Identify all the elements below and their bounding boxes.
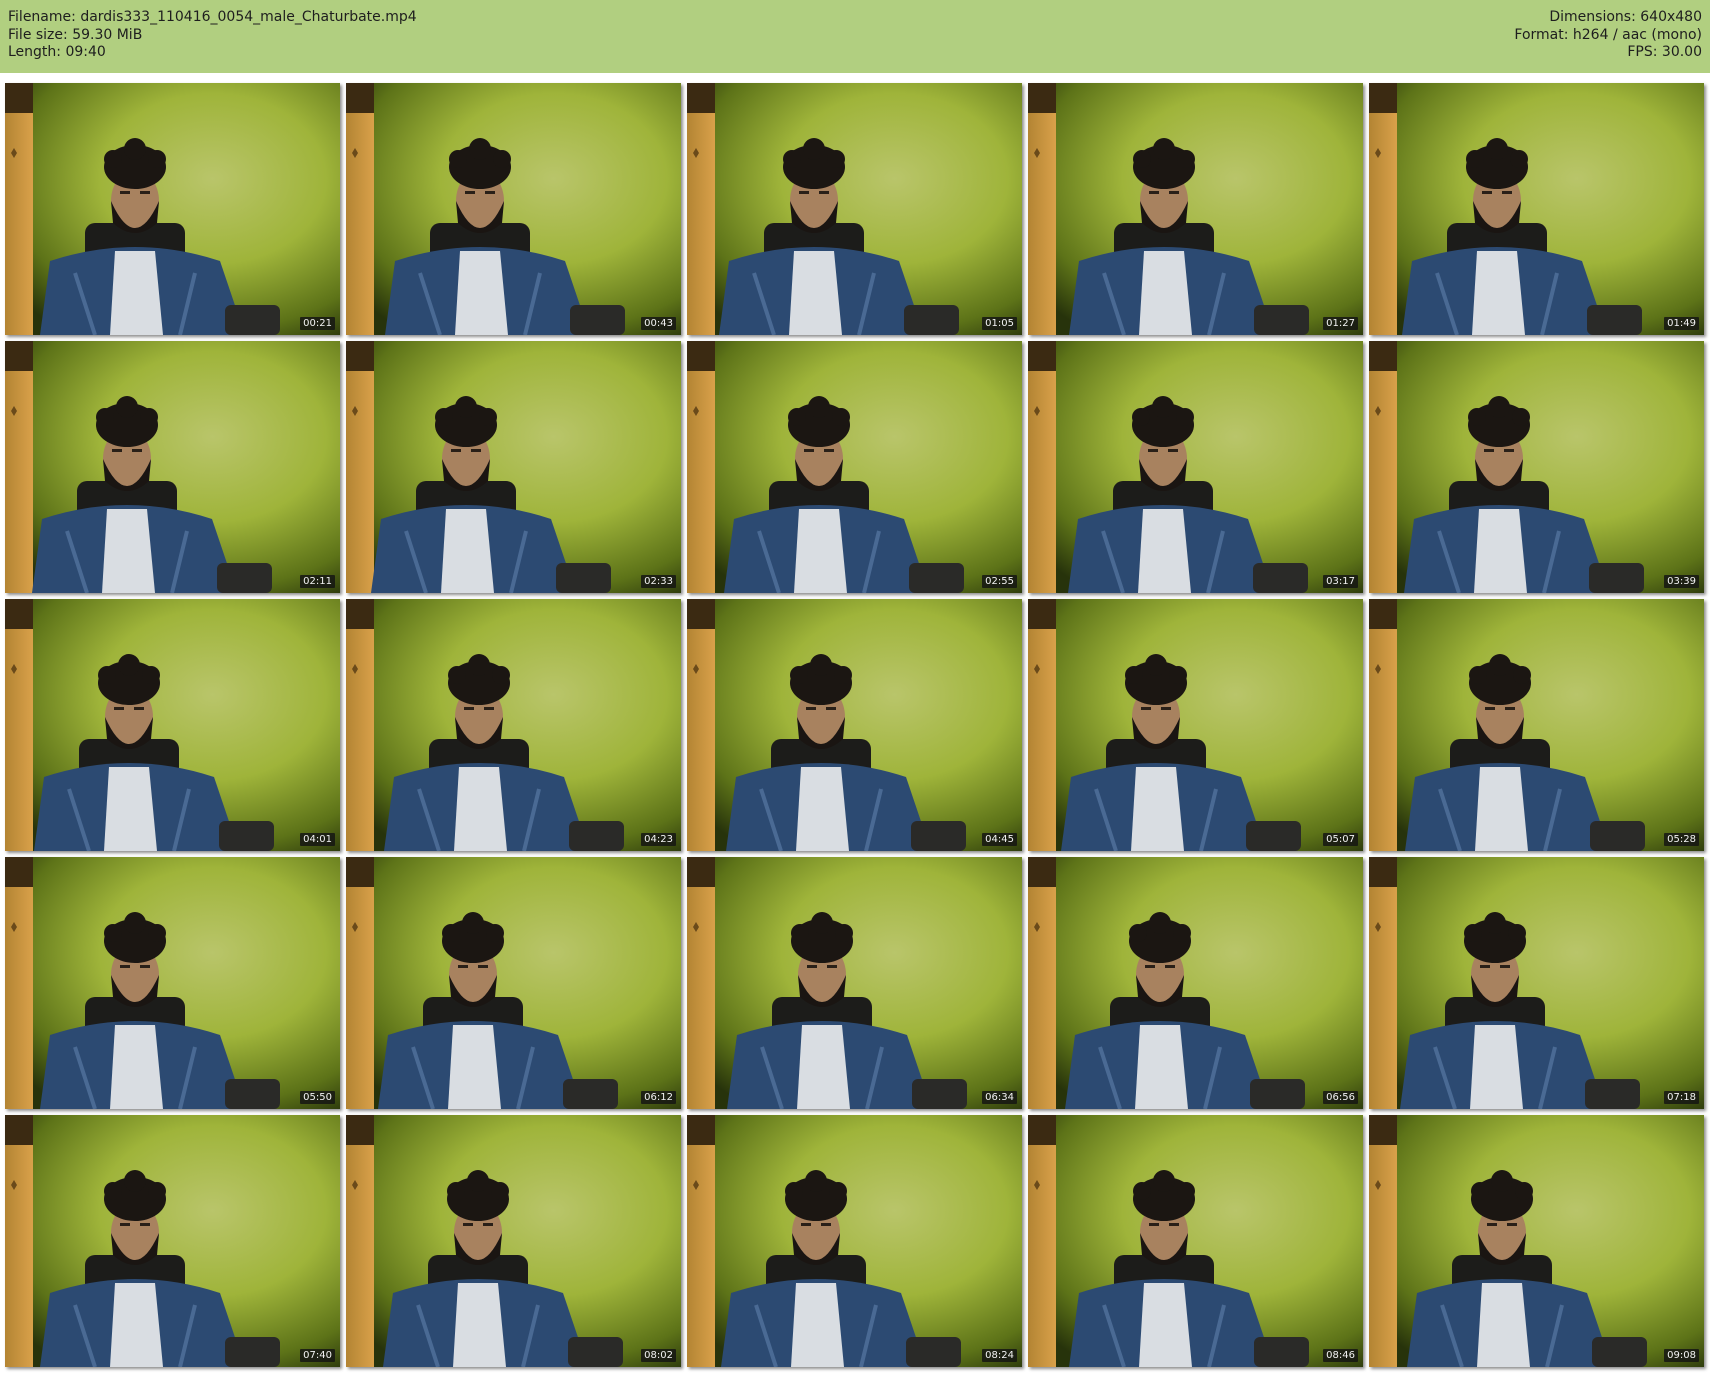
video-thumbnail[interactable]: 03:17	[1028, 341, 1363, 593]
frame-image	[5, 1115, 340, 1367]
video-thumbnail[interactable]: 05:28	[1369, 599, 1704, 851]
thumbnail-timestamp: 01:05	[982, 317, 1017, 330]
frame-image	[346, 83, 681, 335]
frame-image	[1369, 599, 1704, 851]
frame-image	[346, 341, 681, 593]
thumbnail-timestamp: 02:55	[982, 575, 1017, 588]
frame-image	[346, 1115, 681, 1367]
frame-image	[5, 857, 340, 1109]
frame-image	[687, 1115, 1022, 1367]
video-thumbnail[interactable]: 06:12	[346, 857, 681, 1109]
thumbnail-timestamp: 04:01	[300, 833, 335, 846]
thumbnail-timestamp: 05:07	[1323, 833, 1358, 846]
frame-image	[1028, 857, 1363, 1109]
frame-image	[687, 341, 1022, 593]
thumbnail-timestamp: 05:28	[1664, 833, 1699, 846]
video-thumbnail[interactable]: 05:50	[5, 857, 340, 1109]
thumbnail-timestamp: 08:46	[1323, 1349, 1358, 1362]
video-thumbnail[interactable]: 00:21	[5, 83, 340, 335]
video-thumbnail[interactable]: 04:45	[687, 599, 1022, 851]
video-thumbnail[interactable]: 04:01	[5, 599, 340, 851]
video-thumbnail[interactable]: 08:02	[346, 1115, 681, 1367]
frame-image	[346, 857, 681, 1109]
video-thumbnail[interactable]: 02:33	[346, 341, 681, 593]
video-thumbnail[interactable]: 08:24	[687, 1115, 1022, 1367]
video-thumbnail[interactable]: 02:11	[5, 341, 340, 593]
frame-image	[346, 599, 681, 851]
thumbnail-timestamp: 08:24	[982, 1349, 1017, 1362]
thumbnail-grid: 00:21 00:43 01:05 01:27 01:49 02:11 02:33 02:55…	[0, 0, 1710, 1373]
thumbnail-timestamp: 02:33	[641, 575, 676, 588]
frame-image	[1369, 83, 1704, 335]
thumbnail-timestamp: 04:23	[641, 833, 676, 846]
frame-image	[1028, 83, 1363, 335]
frame-image	[5, 83, 340, 335]
thumbnail-timestamp: 03:17	[1323, 575, 1358, 588]
video-thumbnail[interactable]: 00:43	[346, 83, 681, 335]
thumbnail-timestamp: 09:08	[1664, 1349, 1699, 1362]
video-thumbnail[interactable]: 06:34	[687, 857, 1022, 1109]
thumbnail-timestamp: 00:21	[300, 317, 335, 330]
thumbnail-timestamp: 06:12	[641, 1091, 676, 1104]
frame-image	[1369, 857, 1704, 1109]
video-thumbnail[interactable]: 03:39	[1369, 341, 1704, 593]
frame-image	[5, 341, 340, 593]
video-thumbnail[interactable]: 04:23	[346, 599, 681, 851]
thumbnail-timestamp: 05:50	[300, 1091, 335, 1104]
video-thumbnail[interactable]: 05:07	[1028, 599, 1363, 851]
thumbnail-timestamp: 03:39	[1664, 575, 1699, 588]
thumbnail-timestamp: 02:11	[300, 575, 335, 588]
video-thumbnail[interactable]: 01:49	[1369, 83, 1704, 335]
video-thumbnail[interactable]: 06:56	[1028, 857, 1363, 1109]
frame-image	[1028, 1115, 1363, 1367]
video-thumbnail[interactable]: 01:05	[687, 83, 1022, 335]
video-thumbnail[interactable]: 09:08	[1369, 1115, 1704, 1367]
frame-image	[1028, 599, 1363, 851]
thumbnail-timestamp: 01:49	[1664, 317, 1699, 330]
video-thumbnail[interactable]: 08:46	[1028, 1115, 1363, 1367]
frame-image	[687, 599, 1022, 851]
thumbnail-timestamp: 00:43	[641, 317, 676, 330]
frame-image	[1369, 1115, 1704, 1367]
thumbnail-timestamp: 07:18	[1664, 1091, 1699, 1104]
frame-image	[687, 857, 1022, 1109]
frame-image	[5, 599, 340, 851]
video-thumbnail[interactable]: 01:27	[1028, 83, 1363, 335]
thumbnail-timestamp: 06:34	[982, 1091, 1017, 1104]
thumbnail-timestamp: 01:27	[1323, 317, 1358, 330]
frame-image	[687, 83, 1022, 335]
thumbnail-timestamp: 06:56	[1323, 1091, 1358, 1104]
thumbnail-timestamp: 08:02	[641, 1349, 676, 1362]
video-thumbnail[interactable]: 07:18	[1369, 857, 1704, 1109]
frame-image	[1369, 341, 1704, 593]
thumbnail-timestamp: 07:40	[300, 1349, 335, 1362]
video-thumbnail[interactable]: 07:40	[5, 1115, 340, 1367]
video-thumbnail[interactable]: 02:55	[687, 341, 1022, 593]
thumbnail-timestamp: 04:45	[982, 833, 1017, 846]
frame-image	[1028, 341, 1363, 593]
